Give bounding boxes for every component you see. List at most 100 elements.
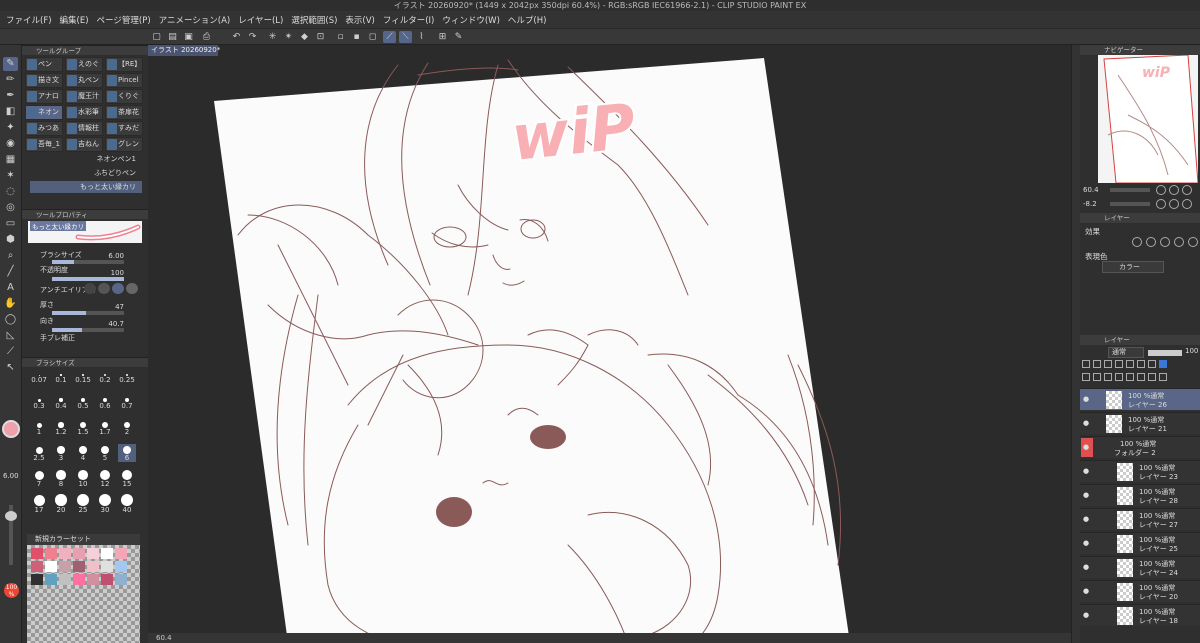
layer-opacity-slider[interactable] [1148,350,1182,356]
brush-tool-icon[interactable]: ✒ [3,89,18,103]
layer-name-text[interactable]: レイヤー 26 [1128,400,1167,410]
layer-row[interactable]: ● 100 %通常 レイヤー 27 [1080,508,1200,530]
print-icon[interactable]: ⎙ [200,31,213,43]
reset-rotation-icon[interactable] [1182,199,1192,209]
expression-color-select[interactable]: カラー [1102,261,1164,273]
fill-tool-icon[interactable]: ⬢ [3,233,18,247]
pencil-tool-icon[interactable]: ✏ [3,73,18,87]
color-swatch[interactable] [31,561,43,572]
layer-row[interactable]: ● 100 %通常 レイヤー 28 [1080,484,1200,506]
color-swatch[interactable] [45,548,57,559]
brush-size-preset[interactable]: 0.6 [96,394,114,410]
brush-size-preset[interactable]: 12 [96,469,114,488]
layer-row[interactable]: ● 100 %通常 レイヤー 21 [1080,412,1200,434]
deselect-icon[interactable]: ▫ [334,31,347,43]
combine-down-icon[interactable] [1126,373,1134,381]
color-swatch[interactable] [115,548,127,559]
zoom-slider[interactable] [1110,188,1150,192]
layer-name-text[interactable]: レイヤー 27 [1139,520,1178,530]
layer-name-text[interactable]: フォルダー 2 [1114,448,1156,458]
sub-tool-15[interactable]: 吾毎_1 [25,137,63,152]
antialias-weak-option[interactable] [98,283,110,294]
redo-icon[interactable]: ↷ [246,31,259,43]
layer-row[interactable]: ● 100 %通常 レイヤー 25 [1080,532,1200,554]
visibility-eye-icon[interactable]: ● [1082,419,1090,427]
sub-tool-11[interactable]: 茶扉花 [105,105,143,120]
move-tool-icon[interactable]: ◎ [3,201,18,215]
frame-tool-icon[interactable]: ◺ [3,329,18,343]
slider-knob[interactable] [5,511,17,521]
new-vector-layer-icon[interactable] [1093,373,1101,381]
brush-size-preset[interactable]: 0.7 [118,394,136,410]
sub-tool-14[interactable]: すみだ [105,121,143,136]
color-swatch[interactable] [59,548,71,559]
brush-size-preset[interactable]: 1 [30,419,48,436]
layer-mask-icon[interactable] [1137,373,1145,381]
brush-size-preset[interactable]: 2 [118,419,136,436]
direction-track[interactable] [52,328,124,332]
zoom-in-icon[interactable] [1169,185,1179,195]
thickness-track[interactable] [52,311,124,315]
selection-icon[interactable]: ◻ [366,31,379,43]
sub-tool-10[interactable]: 水彩筆 [65,105,103,120]
color-set-selector[interactable]: 新規カラーセット [27,534,140,545]
opacity-badge[interactable]: 100 % [4,583,19,598]
sub-tool-12[interactable]: みつあ [25,121,63,136]
brush-size-preset[interactable]: 0.4 [52,394,70,410]
new-file-icon[interactable]: ▢ [150,31,163,43]
menu-item-5[interactable]: 選択範囲(S) [291,14,337,26]
brush-size-value[interactable]: 6.00 [108,252,124,260]
brush-item-2[interactable]: もっと太い縁カリ [30,181,142,193]
lock-icon[interactable] [1082,360,1090,368]
undo-icon[interactable]: ↶ [230,31,243,43]
open-file-icon[interactable]: ▤ [166,31,179,43]
color-swatch[interactable] [45,574,57,585]
menu-item-4[interactable]: レイヤー(L) [238,14,283,26]
layer-folder-row[interactable]: ● 100 %通常 フォルダー 2 [1080,436,1200,458]
brush-size-preset[interactable]: 3 [52,444,70,462]
brush-size-preset[interactable]: 5 [96,444,114,462]
blend-mode-select[interactable]: 通常 [1108,347,1144,358]
blend-tool-icon[interactable]: ◉ [3,137,18,151]
sub-tool-3[interactable]: 描き文 [25,73,63,88]
new-raster-layer-icon[interactable] [1082,373,1090,381]
border-effect-icon[interactable] [1132,237,1142,247]
eyedropper-tool-icon[interactable]: ⌕ [3,249,18,263]
clear-outside-icon[interactable]: ✴ [282,31,295,43]
brush-size-preset[interactable]: 0.07 [30,369,48,384]
brush-size-preset[interactable]: 0.5 [74,394,92,410]
layer-row[interactable]: ● 100 %通常 レイヤー 20 [1080,580,1200,602]
menu-item-8[interactable]: ウィンドウ(W) [442,14,500,26]
menu-item-1[interactable]: 編集(E) [60,14,89,26]
snap-ruler-icon[interactable]: ⟋ [383,31,396,43]
visibility-eye-icon[interactable]: ● [1082,539,1090,547]
rotate-right-icon[interactable] [1169,199,1179,209]
brush-size-preset[interactable]: 30 [96,494,114,514]
sub-tool-6[interactable]: アナロ [25,89,63,104]
layer-color-icon[interactable] [1160,237,1170,247]
brush-item-1[interactable]: ふちどりペン [30,167,142,179]
menu-item-0[interactable]: ファイル(F) [6,14,52,26]
brush-size-preset[interactable]: 1.5 [74,419,92,436]
sub-tool-7[interactable]: 魔王汁 [65,89,103,104]
color-swatch[interactable] [59,561,71,572]
draft-icon[interactable] [1126,360,1134,368]
menu-item-6[interactable]: 表示(V) [345,14,374,26]
color-swatch[interactable] [101,574,113,585]
watercolor-effect-icon[interactable] [1188,237,1198,247]
thickness-value[interactable]: 47 [115,303,124,311]
fit-icon[interactable] [1182,185,1192,195]
sub-tool-1[interactable]: えのぐ [65,57,103,72]
sub-tool-8[interactable]: くりぐ [105,89,143,104]
text-effect-icon[interactable] [1174,237,1184,247]
brush-size-preset[interactable]: 0.15 [74,369,92,384]
brush-size-preset[interactable]: 6 [118,444,136,463]
visibility-eye-icon[interactable]: ● [1082,587,1090,595]
brush-size-preset[interactable]: 1.2 [52,419,70,436]
color-swatch[interactable] [73,548,85,559]
sub-tool-17[interactable]: グレン [105,137,143,152]
color-swatch[interactable] [87,548,99,559]
layer-name-text[interactable]: レイヤー 20 [1139,592,1178,602]
brush-size-preset[interactable]: 8 [52,469,70,488]
brush-size-preset[interactable]: 0.25 [118,369,136,384]
